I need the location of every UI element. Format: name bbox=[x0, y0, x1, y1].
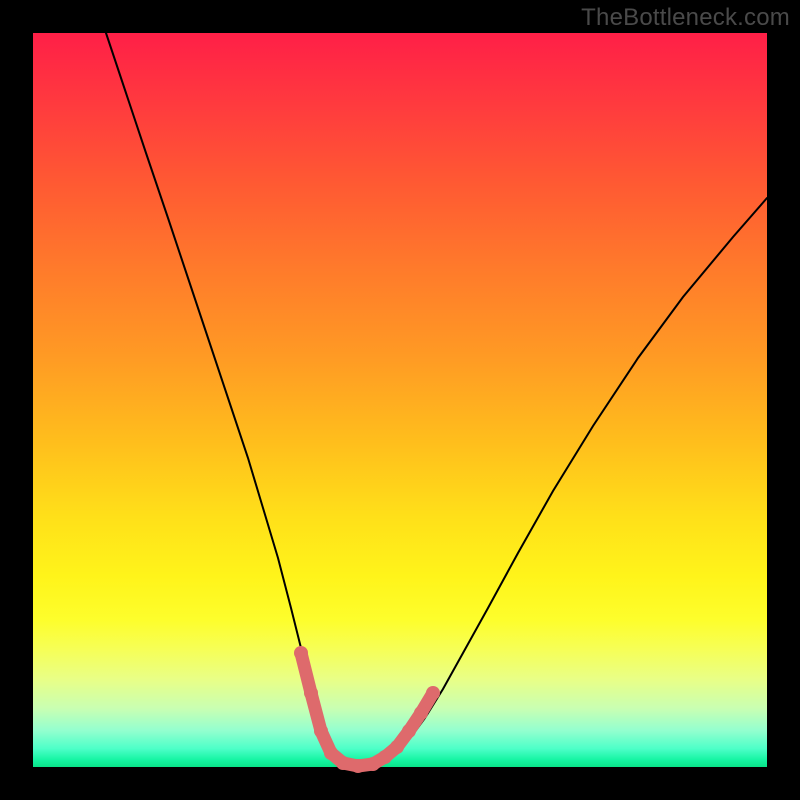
optimal-region-dot bbox=[366, 757, 380, 771]
optimal-region-dot bbox=[304, 686, 318, 700]
watermark-text: TheBottleneck.com bbox=[581, 4, 790, 32]
chart-plot-area bbox=[33, 33, 767, 767]
optimal-region-dot bbox=[314, 724, 328, 738]
optimal-region-dot bbox=[414, 706, 428, 720]
optimal-region-stroke bbox=[301, 653, 433, 766]
optimal-region-dot bbox=[336, 756, 350, 770]
optimal-region-dot bbox=[390, 740, 404, 754]
bottleneck-curve bbox=[106, 33, 767, 766]
optimal-region-dot bbox=[426, 686, 440, 700]
chart-svg bbox=[33, 33, 767, 767]
optimal-region-dot bbox=[324, 746, 338, 760]
optimal-region-dot bbox=[378, 750, 392, 764]
optimal-region-dot bbox=[294, 646, 308, 660]
optimal-region-dot bbox=[351, 759, 365, 773]
optimal-region-dot bbox=[402, 724, 416, 738]
